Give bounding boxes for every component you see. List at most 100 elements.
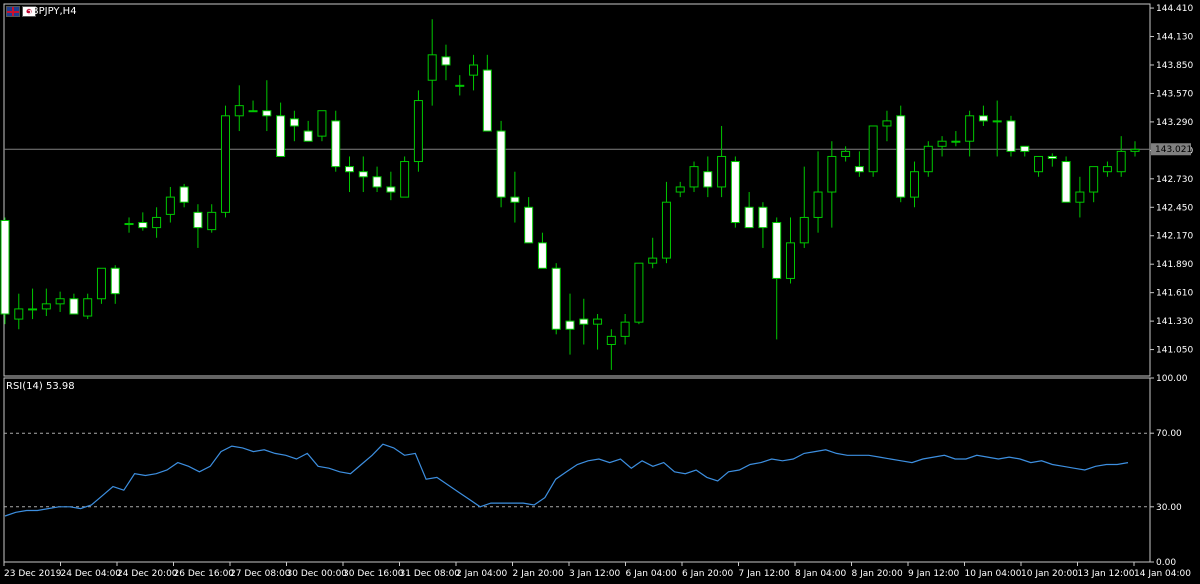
candle: [923, 141, 933, 177]
candle-body: [372, 176, 382, 188]
price-tick-label: 141.610: [1156, 289, 1193, 299]
candle-body: [69, 298, 79, 315]
candle-body: [1020, 145, 1030, 152]
candle-body: [537, 242, 547, 269]
candle-body: [744, 206, 754, 229]
candle-body: [358, 171, 368, 178]
price-tick-label: 144.410: [1156, 4, 1193, 14]
time-tick-label: 9 Jan 12:00: [908, 569, 960, 579]
candle-body: [207, 211, 217, 231]
candle-body: [496, 130, 506, 198]
time-tick-label: 2 Jan 20:00: [513, 569, 565, 579]
candle-body: [758, 206, 768, 229]
candle-body: [96, 267, 106, 300]
candle-body: [785, 242, 795, 279]
candle-body: [992, 120, 1002, 123]
candle-body: [854, 166, 864, 173]
time-tick-label: 8 Jan 04:00: [795, 569, 847, 579]
chart-symbol-title: GBPJPY,H4: [24, 6, 77, 17]
time-tick-label: 27 Dec 08:00: [230, 569, 291, 579]
candle-body: [978, 115, 988, 122]
candle-body: [124, 223, 134, 226]
candle-body: [262, 110, 272, 117]
candle-body: [813, 191, 823, 218]
time-tick-label: 24 Dec 04:00: [61, 569, 122, 579]
time-tick-label: 24 Dec 20:00: [117, 569, 178, 579]
price-tick-label: 142.450: [1156, 203, 1193, 213]
price-tick-label: 143.290: [1156, 118, 1193, 128]
candle-body: [620, 321, 630, 337]
candle: [413, 90, 423, 172]
candle: [96, 267, 106, 304]
candle-body: [1006, 120, 1016, 152]
candle: [400, 156, 410, 198]
time-tick-label: 3 Jan 12:00: [569, 569, 621, 579]
candle-body: [675, 186, 685, 193]
candle: [0, 217, 10, 325]
candle: [1006, 115, 1016, 157]
candle-body: [841, 150, 851, 157]
candle-body: [868, 125, 878, 173]
candle: [496, 120, 506, 208]
candle-body: [799, 216, 809, 244]
rsi-tick-label: 30.00: [1156, 503, 1182, 513]
rsi-tick-label: 70.00: [1156, 429, 1182, 439]
time-tick-label: 13 Jan 12:00: [1078, 569, 1135, 579]
candle-body: [441, 56, 451, 66]
candle-body: [827, 155, 837, 193]
candle-body: [413, 100, 423, 163]
candle-body: [717, 155, 727, 188]
candle-body: [910, 171, 920, 198]
time-tick-label: 10 Jan 04:00: [965, 569, 1022, 579]
candle-body: [565, 320, 575, 330]
candle: [220, 105, 230, 218]
candle-body: [923, 145, 933, 173]
candle: [1061, 156, 1071, 203]
price-tick-label: 142.170: [1156, 232, 1193, 242]
candle-body: [579, 318, 589, 325]
candle-body: [648, 257, 658, 264]
time-tick-label: 8 Jan 20:00: [852, 569, 904, 579]
candle-body: [965, 115, 975, 142]
candle-body: [730, 161, 740, 224]
price-tick-label: 141.050: [1156, 346, 1193, 356]
candle-body: [345, 166, 355, 173]
candle-body: [606, 335, 616, 345]
candle-body: [469, 64, 479, 76]
time-tick-label: 30 Dec 00:00: [287, 569, 348, 579]
candle-body: [220, 115, 230, 213]
candle-body: [1061, 161, 1071, 203]
current-price-label: 143.021: [1155, 145, 1192, 155]
candle-body: [1075, 191, 1085, 203]
candle: [730, 156, 740, 228]
time-tick-label: 23 Dec 2019: [4, 569, 62, 579]
candle-body: [41, 303, 51, 310]
candle-body: [331, 120, 341, 168]
candle-body: [689, 166, 699, 188]
candle-body: [661, 201, 671, 259]
candle-body: [510, 196, 520, 203]
chart-canvas[interactable]: 144.410 144.130 143.850 143.570 143.290 143.0…: [0, 0, 1200, 584]
time-tick-label: 2 Jan 04:00: [456, 569, 508, 579]
candle-body: [1102, 166, 1112, 173]
candle-body: [152, 216, 162, 229]
candle-body: [400, 161, 410, 198]
candle: [868, 125, 878, 177]
candle-body: [0, 219, 10, 315]
candle-body: [482, 69, 492, 132]
candle-body: [896, 115, 906, 198]
candle-body: [551, 267, 561, 330]
time-tick-label: 7 Jan 12:00: [739, 569, 791, 579]
price-tick-label: 143.850: [1156, 61, 1193, 71]
price-tick-label: 144.130: [1156, 33, 1193, 43]
candle-body: [28, 308, 38, 311]
candle-body: [276, 115, 286, 157]
candle-body: [427, 54, 437, 81]
candle-body: [83, 298, 93, 317]
candle-body: [1034, 155, 1044, 173]
candle-body: [882, 120, 892, 127]
candle-body: [138, 222, 148, 229]
candle-body: [1089, 166, 1099, 193]
candle-body: [248, 110, 258, 113]
candle-body: [1116, 150, 1126, 173]
